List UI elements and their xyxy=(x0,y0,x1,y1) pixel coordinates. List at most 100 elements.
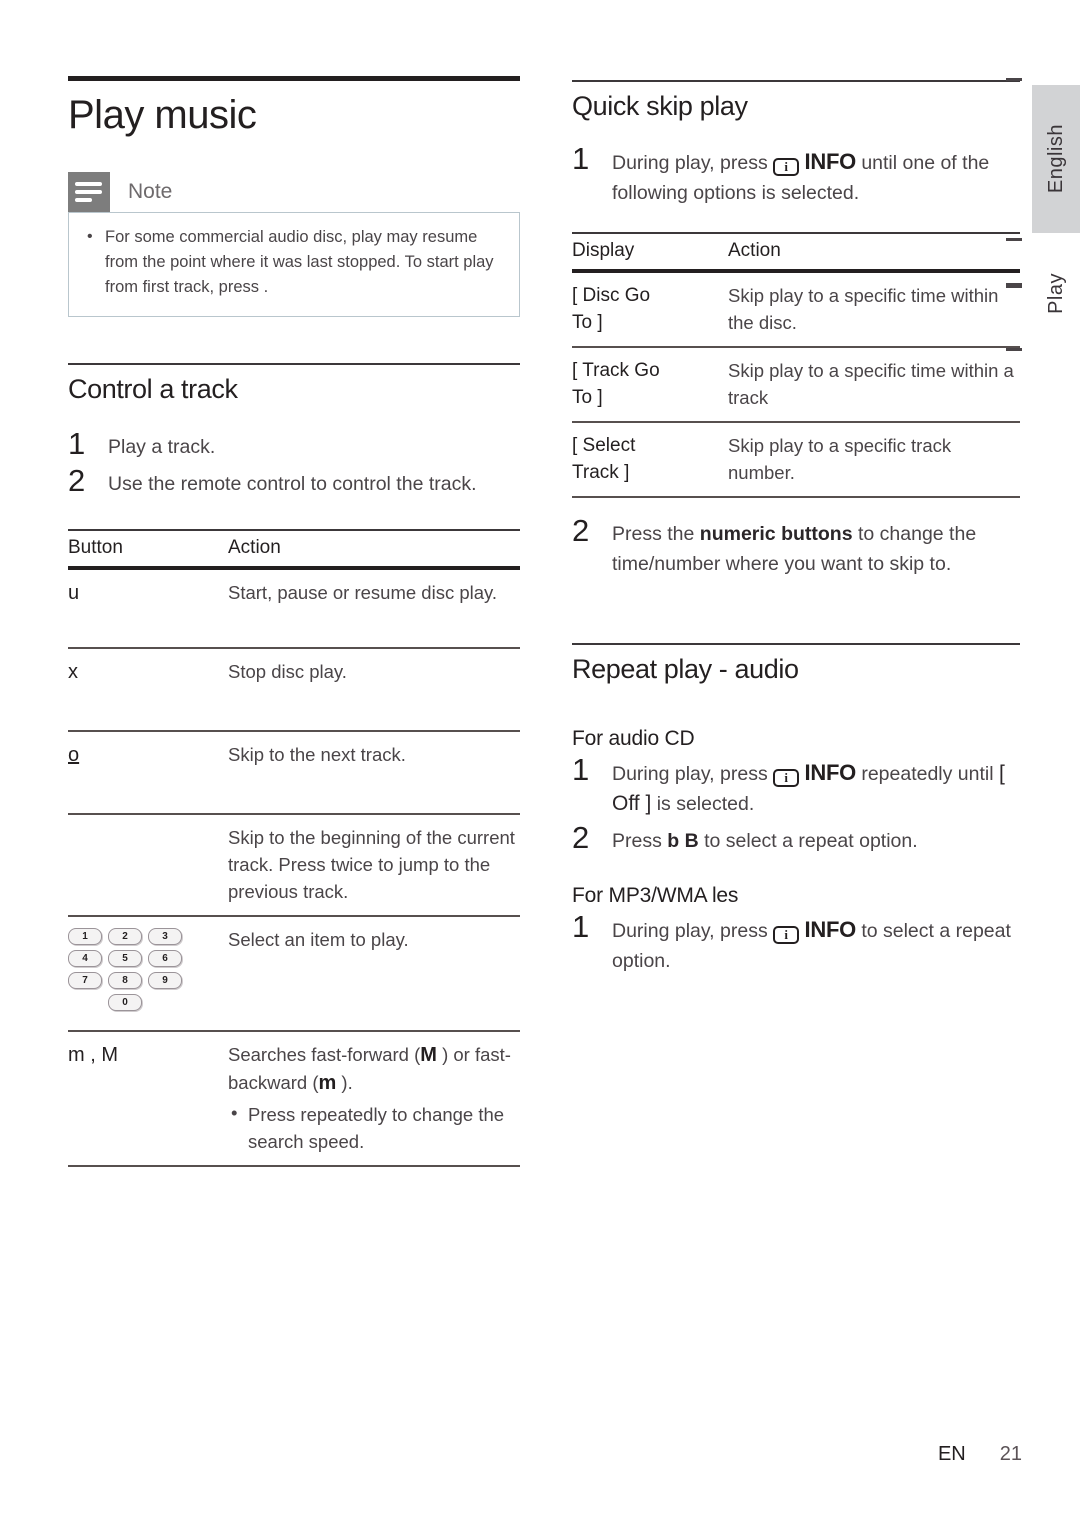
audio-cd-step-2: 2 Press b B to select a repeat option. xyxy=(572,821,1020,856)
table-header-row: Button Action xyxy=(68,529,520,570)
keypad-key-zero: 0 xyxy=(108,994,142,1011)
button-glyph-search: m , M xyxy=(68,1044,118,1066)
step-text-post: to select a repeat option. xyxy=(698,830,918,852)
step-number: 1 xyxy=(68,426,86,461)
step-text-pre: Press the xyxy=(612,523,700,545)
button-glyph-play-pause: u xyxy=(68,582,80,604)
button-cell: x xyxy=(68,648,228,732)
keypad-key: 7 xyxy=(68,972,102,989)
section-rule-quick-skip-play xyxy=(572,80,1020,82)
display-term-line1: [ Track Go xyxy=(572,360,660,381)
table-row: o Skip to the next track. xyxy=(68,731,520,815)
page-title: Play music xyxy=(68,93,257,137)
subheading-for-audio-cd: For audio CD xyxy=(572,727,695,750)
note-list: For some commercial audio disc, play may… xyxy=(85,224,503,300)
note-item: For some commercial audio disc, play may… xyxy=(85,224,503,300)
side-tab-language: English xyxy=(1032,85,1080,233)
action-text-pre: Searches fast-forward ( xyxy=(228,1044,421,1065)
display-term-line2: To ] xyxy=(572,312,603,333)
action-cell: Start, pause or resume disc play. xyxy=(228,568,520,649)
keypad-row: 0 xyxy=(68,994,228,1011)
note-lines-icon xyxy=(68,172,110,212)
action-sub-list: Press repeatedly to change the search sp… xyxy=(228,1099,520,1155)
step-text: During play, press i INFO to select a re… xyxy=(612,910,1020,976)
display-cell: [ Track Go To ] xyxy=(572,347,728,423)
button-cell: m , M xyxy=(68,1031,228,1167)
keypad-key: 9 xyxy=(148,972,182,989)
step-number: 2 xyxy=(572,820,590,855)
table-row: [ Select Track ] Skip play to a specific… xyxy=(572,422,1020,498)
info-label: INFO xyxy=(804,760,857,785)
button-action-table: Button Action u Start, pause or resume d… xyxy=(68,529,520,1167)
step-number: 2 xyxy=(572,513,590,548)
keypad-key: 2 xyxy=(108,928,142,945)
keypad-row: 1 2 3 xyxy=(68,928,228,945)
section-title-control-a-track: Control a track xyxy=(68,374,238,404)
step-number: 1 xyxy=(572,909,590,944)
title-rule xyxy=(68,76,520,81)
audio-cd-step-1: 1 During play, press i INFO repeatedly u… xyxy=(572,753,1020,819)
action-cell: Skip play to a specific time within a tr… xyxy=(728,347,1020,423)
step-number: 1 xyxy=(572,752,590,787)
button-cell-numeric-keypad: 1 2 3 4 5 6 7 8 9 0 xyxy=(68,916,228,1032)
action-cell: Stop disc play. xyxy=(228,648,520,732)
keypad-key: 6 xyxy=(148,950,182,967)
keypad-row: 7 8 9 xyxy=(68,972,228,989)
left-column: Play music Note For some commercial audi… xyxy=(68,76,520,1167)
footer-page-number: 21 xyxy=(999,1443,1022,1465)
glyph-fast-backward: m xyxy=(318,1072,337,1094)
action-cell: Skip play to a specific time within the … xyxy=(728,271,1020,348)
step-text: Press b B to select a repeat option. xyxy=(612,821,918,856)
note-box: Note For some commercial audio disc, pla… xyxy=(68,172,520,317)
action-cell: Select an item to play. xyxy=(228,916,520,1032)
action-cell: Searches fast-forward (M ) or fast-backw… xyxy=(228,1031,520,1167)
button-glyph-next: o xyxy=(68,744,80,766)
info-icon: i xyxy=(773,769,800,787)
table-row: Skip to the beginning of the current tra… xyxy=(68,814,520,917)
column-header-action: Action xyxy=(228,529,520,570)
step-text-pre: During play, press xyxy=(612,920,774,942)
table-row: m , M Searches fast-forward (M ) or fast… xyxy=(68,1031,520,1167)
step-item: 2 Use the remote control to control the … xyxy=(68,464,520,499)
page-footer: EN 21 xyxy=(0,1443,1080,1466)
action-text-post: ). xyxy=(336,1072,353,1093)
table-row: [ Track Go To ] Skip play to a specific … xyxy=(572,347,1020,423)
side-tab-section-label: Play xyxy=(1044,272,1067,314)
keypad-key: 8 xyxy=(108,972,142,989)
numeric-keypad-graphic: 1 2 3 4 5 6 7 8 9 0 xyxy=(68,926,228,1018)
footer-language-code: EN xyxy=(937,1443,966,1465)
info-icon: i xyxy=(773,926,800,944)
step-text: Press the numeric buttons to change the … xyxy=(612,514,1020,579)
control-a-track-steps: 1 Play a track. 2 Use the remote control… xyxy=(68,427,520,499)
step-text: During play, press i INFO until one of t… xyxy=(612,142,1020,208)
info-label: INFO xyxy=(804,917,857,942)
keypad-key: 1 xyxy=(68,928,102,945)
step-text: During play, press i INFO repeatedly unt… xyxy=(612,753,1020,819)
keypad-key: 3 xyxy=(148,928,182,945)
step-text-mid: repeatedly until xyxy=(855,763,999,785)
section-title-repeat-play-audio: Repeat play - audio xyxy=(572,654,799,684)
section-title-quick-skip-play: Quick skip play xyxy=(572,91,748,121)
info-icon: i xyxy=(773,158,800,176)
keypad-key: 5 xyxy=(108,950,142,967)
glyph-fast-forward: M xyxy=(420,1044,437,1066)
glyph-nav-left-right: b B xyxy=(667,830,699,852)
right-column: Quick skip play 1 During play, press i I… xyxy=(572,80,1020,978)
step-text-bold: numeric buttons xyxy=(699,523,853,545)
display-action-table: Display Action [ Disc Go To ] Skip play … xyxy=(572,232,1020,498)
info-label: INFO xyxy=(804,149,857,174)
step-text: Play a track. xyxy=(108,436,216,458)
action-cell: Skip to the beginning of the current tra… xyxy=(228,814,520,917)
note-label: Note xyxy=(128,180,173,203)
step-item: 1 Play a track. xyxy=(68,427,520,462)
display-term-line2: To ] xyxy=(572,387,603,408)
side-tab-language-label: English xyxy=(1044,124,1067,194)
action-sub-item: Press repeatedly to change the search sp… xyxy=(228,1099,520,1155)
quick-skip-step-1: 1 During play, press i INFO until one of… xyxy=(572,142,1020,208)
button-cell xyxy=(68,814,228,917)
step-text-pre: During play, press xyxy=(612,152,774,174)
display-cell: [ Select Track ] xyxy=(572,422,728,498)
table-row: u Start, pause or resume disc play. xyxy=(68,568,520,649)
display-term-line2: Track ] xyxy=(572,462,630,483)
side-tab-section: Play xyxy=(1032,258,1080,328)
